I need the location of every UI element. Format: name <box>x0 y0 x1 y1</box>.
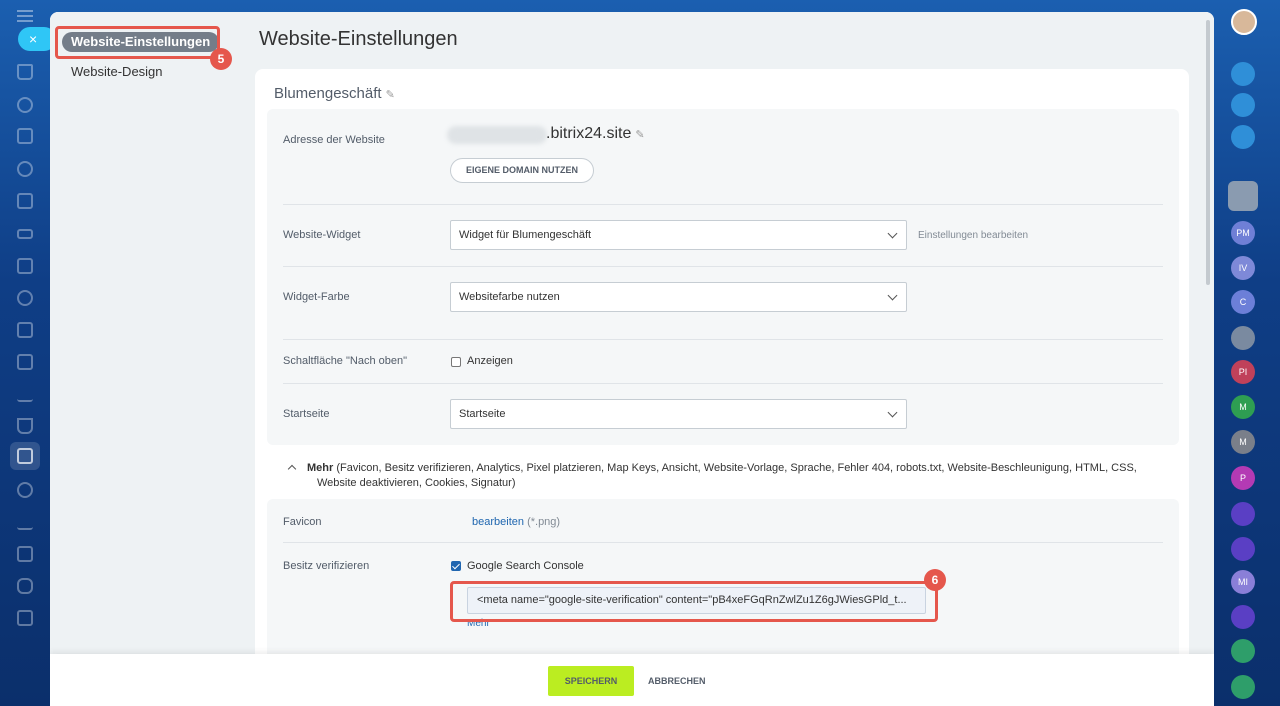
projects-icon[interactable] <box>17 258 33 274</box>
start-page-value: Startseite <box>459 408 506 420</box>
more-settings-toggle[interactable]: Mehr (Favicon, Besitz verifizieren, Anal… <box>275 461 1155 491</box>
chat-avatar-c[interactable]: C <box>1231 290 1255 314</box>
calendar-icon[interactable] <box>17 322 33 338</box>
automation-icon[interactable] <box>17 482 33 498</box>
notifications-icon[interactable] <box>1231 62 1255 86</box>
divider <box>283 339 1163 340</box>
verify-label: Besitz verifizieren <box>283 560 370 572</box>
drive-icon[interactable] <box>17 229 33 239</box>
chat-avatar-pm[interactable]: PM <box>1231 221 1255 245</box>
analytics-icon[interactable] <box>17 386 33 402</box>
more-items: (Favicon, Besitz verifizieren, Analytics… <box>317 462 1137 489</box>
tasks-chat-icon[interactable] <box>1231 639 1255 663</box>
home-icon[interactable] <box>17 64 33 80</box>
divider <box>283 266 1163 267</box>
save-button[interactable]: SPEICHERN <box>548 666 634 696</box>
step-badge-6: 6 <box>924 569 946 591</box>
cancel-button[interactable]: ABBRECHEN <box>648 666 708 696</box>
scrollbar[interactable] <box>1206 20 1210 285</box>
check-icon[interactable] <box>17 354 33 370</box>
documents-icon[interactable] <box>17 193 33 209</box>
address-label: Adresse der Website <box>283 134 385 146</box>
chat-avatar-iv[interactable]: IV <box>1231 256 1255 280</box>
widget-select-value: Widget für Blumengeschäft <box>459 229 592 241</box>
domain-text: .bitrix24.site ✎ <box>546 125 645 143</box>
feed-icon[interactable] <box>17 128 33 144</box>
chat-avatar-pi[interactable]: PI <box>1231 360 1255 384</box>
google-search-console-label[interactable]: Google Search Console <box>467 560 584 572</box>
main-settings-section: Adresse der Website .bitrix24.site ✎ EIGE… <box>267 109 1179 445</box>
show-top-button-checkbox[interactable] <box>451 357 461 367</box>
chevron-down-icon <box>887 290 898 301</box>
chat-avatar-m[interactable]: M <box>1231 430 1255 454</box>
top-button-label: Schaltfläche "Nach oben" <box>283 355 407 367</box>
sign-icon[interactable] <box>17 514 33 530</box>
chat-avatar-mi[interactable]: MI <box>1231 570 1255 594</box>
hamburger-menu-icon[interactable] <box>17 10 33 22</box>
favicon-edit: bearbeiten (*.png) <box>472 516 560 528</box>
start-page-label: Startseite <box>283 408 330 420</box>
chevron-down-icon <box>887 407 898 418</box>
employees-icon[interactable] <box>17 546 33 562</box>
start-page-select[interactable]: Startseite <box>450 399 907 429</box>
site-name-text: Blumengeschäft <box>274 85 382 102</box>
footer-bar: SPEICHERN ABBRECHEN <box>50 654 1214 706</box>
custom-domain-button[interactable]: EIGENE DOMAIN NUTZEN <box>450 158 594 183</box>
google-search-console-checkbox[interactable] <box>451 561 461 571</box>
contacts-icon[interactable] <box>17 161 33 177</box>
lock-icon[interactable] <box>1231 675 1255 699</box>
highlight-box-6 <box>450 581 938 622</box>
sidebar-item-website-design[interactable]: Website-Design <box>62 62 172 82</box>
settings-sidebar: Website-Einstellungen Website-Design <box>50 12 245 706</box>
widget-color-value: Websitefarbe nutzen <box>459 291 560 303</box>
tasks-icon[interactable] <box>17 97 33 113</box>
widget-label: Website-Widget <box>283 229 361 241</box>
favicon-hint: (*.png) <box>527 516 561 528</box>
shop-icon[interactable] <box>17 448 33 464</box>
more-title: Mehr <box>307 462 334 474</box>
group-avatar[interactable] <box>1231 326 1255 350</box>
profile-avatar[interactable] <box>1231 9 1257 35</box>
copilot-chat-icon[interactable] <box>1231 605 1255 629</box>
show-top-button-label[interactable]: Anzeigen <box>467 355 513 367</box>
chevron-up-icon <box>287 464 297 474</box>
user-avatar[interactable] <box>1228 181 1258 211</box>
widget-select[interactable]: Widget für Blumengeschäft <box>450 220 907 250</box>
divider <box>283 383 1163 384</box>
site-name-heading: Blumengeschäft ✎ <box>274 85 395 102</box>
chevron-down-icon <box>887 228 898 239</box>
edit-widget-settings-link[interactable]: Einstellungen bearbeiten <box>918 230 1028 241</box>
divider <box>283 204 1163 205</box>
edit-pencil-icon[interactable]: ✎ <box>386 89 395 101</box>
chat-avatar-p[interactable]: P <box>1231 466 1255 490</box>
chat-avatar-m[interactable]: M <box>1231 395 1255 419</box>
more-icon[interactable] <box>17 610 33 626</box>
search-chat-icon[interactable] <box>1231 125 1255 149</box>
settings-card: Blumengeschäft ✎ Adresse der Website .bit… <box>255 69 1189 669</box>
filter-icon[interactable] <box>17 418 33 434</box>
divider <box>283 542 1163 543</box>
left-navigation-rail: × <box>0 0 56 706</box>
favicon-edit-link[interactable]: bearbeiten <box>472 516 524 528</box>
highlight-box-5 <box>55 26 220 59</box>
domain-prefix-blurred <box>447 126 547 144</box>
step-badge-5: 5 <box>210 48 232 70</box>
copilot-chat-icon[interactable] <box>1231 502 1255 526</box>
widget-color-select[interactable]: Websitefarbe nutzen <box>450 282 907 312</box>
database-icon[interactable] <box>17 578 33 594</box>
page-title: Website-Einstellungen <box>259 28 458 50</box>
edit-domain-icon[interactable]: ✎ <box>635 129 644 141</box>
copilot-chat-icon[interactable] <box>1231 537 1255 561</box>
chat-icon[interactable] <box>17 290 33 306</box>
widget-color-label: Widget-Farbe <box>283 291 350 303</box>
favicon-label: Favicon <box>283 516 322 528</box>
domain-suffix: .bitrix24.site <box>546 125 632 142</box>
close-icon: × <box>29 31 38 47</box>
copilot-icon[interactable] <box>1231 93 1255 117</box>
right-messenger-rail: PM IV C PI M M P MI <box>1216 0 1280 706</box>
